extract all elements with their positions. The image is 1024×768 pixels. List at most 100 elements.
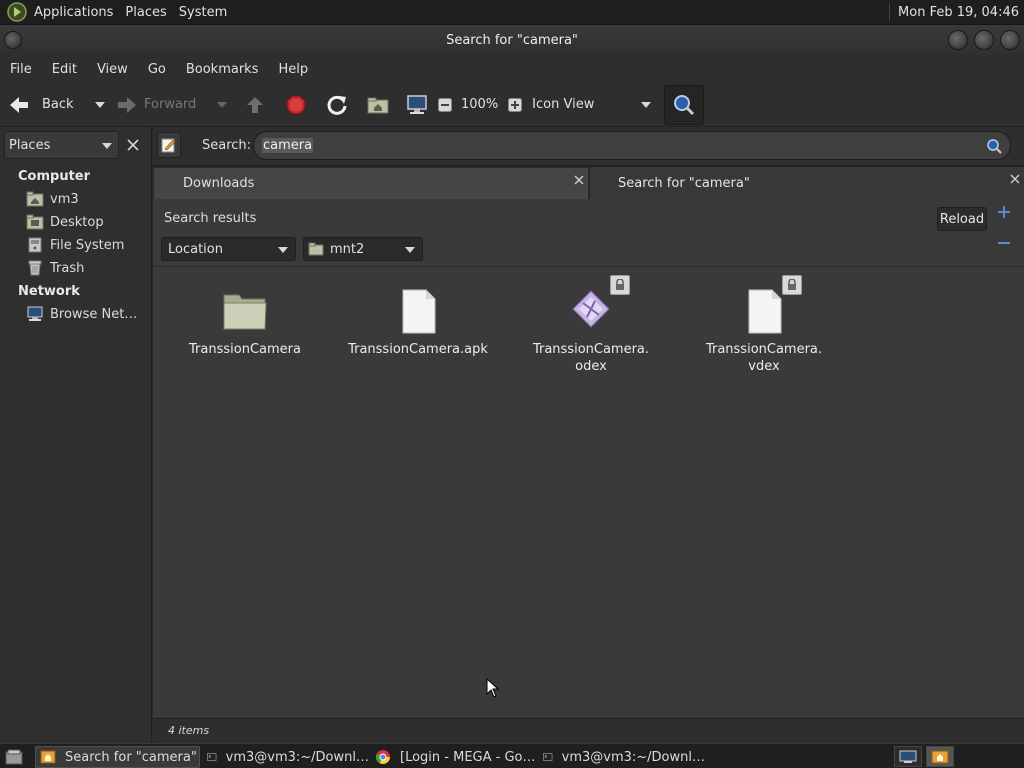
search-icon[interactable] [986, 138, 1002, 154]
computer-button[interactable] [399, 87, 435, 123]
window-title: Search for "camera" [446, 32, 578, 48]
task-label: [Login - MEGA - Go… [400, 749, 536, 765]
sidebar-item-vm3[interactable]: vm3 [26, 191, 79, 207]
search-results-title: Search results [164, 211, 257, 226]
pencil-note-icon [161, 138, 176, 153]
refresh-icon [327, 95, 347, 115]
location-folder-value: mnt2 [330, 241, 365, 257]
up-button[interactable] [235, 87, 275, 123]
file-item-transsioncamera-folder[interactable]: TranssionCamera [170, 287, 320, 358]
magnifier-icon [674, 94, 695, 115]
file-name: TranssionCamera. vdex [705, 342, 823, 374]
applications-menu[interactable]: Applications [28, 0, 119, 25]
add-criterion-button[interactable] [998, 206, 1010, 218]
file-name: TranssionCamera.apk [348, 342, 488, 357]
menu-file[interactable]: File [4, 62, 38, 77]
panel-separator [889, 3, 891, 21]
home-folder-icon [367, 97, 389, 113]
desktop-folder-icon [26, 214, 44, 230]
places-menu[interactable]: Places [119, 0, 172, 25]
show-desktop-button[interactable] [1, 746, 27, 767]
menu-help[interactable]: Help [272, 62, 314, 77]
forward-arrow-icon [118, 96, 136, 113]
reload-toolbar-button[interactable] [317, 87, 357, 123]
sidebar-item-label: File System [50, 237, 125, 253]
home-folder-icon [26, 191, 44, 207]
system-menu[interactable]: System [173, 0, 233, 25]
sidebar-item-label: Browse Net… [50, 306, 138, 322]
chevron-down-icon [95, 101, 105, 108]
toolbar: Back Forward 100% Icon View [0, 83, 1024, 127]
minimize-button[interactable] [948, 30, 968, 50]
search-input[interactable]: camera [253, 131, 1011, 160]
search-toggle-button[interactable] [664, 84, 705, 125]
sidebar-item-desktop[interactable]: Desktop [26, 214, 104, 230]
task-terminal-1[interactable]: vm3@vm3:~/Downl… [203, 746, 369, 768]
back-arrow-icon [10, 96, 28, 113]
task-chrome-mega[interactable]: [Login - MEGA - Go… [371, 746, 537, 768]
location-folder-select[interactable]: mnt2 [303, 237, 423, 261]
home-button[interactable] [357, 87, 399, 123]
menu-bookmarks[interactable]: Bookmarks [180, 62, 265, 77]
forward-history-dropdown[interactable] [214, 87, 230, 123]
minus-icon [998, 242, 1010, 244]
menu-edit[interactable]: Edit [46, 62, 83, 77]
zoom-in-button[interactable] [507, 87, 523, 123]
close-icon [127, 139, 139, 151]
task-label: Search for "camera" [65, 749, 197, 765]
stop-button[interactable] [275, 87, 317, 123]
drive-icon [28, 237, 42, 253]
close-side-pane-button[interactable] [121, 131, 145, 159]
close-window-button[interactable] [1000, 30, 1020, 50]
close-icon [574, 175, 584, 185]
maximize-button[interactable] [974, 30, 994, 50]
search-input-value[interactable]: camera [262, 138, 314, 153]
zoom-out-button[interactable] [435, 87, 455, 123]
terminal-icon [543, 753, 553, 761]
tab-search-camera[interactable]: Search for "camera" [590, 167, 1024, 199]
network-icon [27, 306, 43, 321]
terminal-icon [207, 753, 217, 761]
forward-label: Forward [144, 97, 197, 112]
close-icon [1010, 174, 1020, 184]
close-tab-button[interactable] [574, 175, 584, 185]
places-selector[interactable]: Places [4, 131, 119, 159]
back-button[interactable]: Back [8, 87, 88, 123]
file-item-transsioncamera-vdex[interactable]: TranssionCamera. vdex [689, 275, 839, 375]
tab-label: Downloads [183, 176, 255, 191]
criterion-type-select[interactable]: Location [161, 237, 296, 261]
menu-go[interactable]: Go [142, 62, 172, 77]
clock[interactable]: Mon Feb 19, 04:46 [898, 5, 1019, 20]
file-item-transsioncamera-apk[interactable]: TranssionCamera.apk [343, 287, 493, 358]
zoom-level[interactable]: 100% [461, 97, 498, 112]
back-label: Back [42, 97, 74, 112]
tab-downloads[interactable]: Downloads [153, 167, 589, 199]
trash-icon [28, 260, 42, 276]
zoom-out-icon [438, 97, 452, 112]
file-item-transsioncamera-odex[interactable]: TranssionCamera. odex [516, 275, 666, 375]
chevron-down-icon [102, 143, 112, 149]
back-history-dropdown[interactable] [88, 87, 112, 123]
sidebar-item-browse-network[interactable]: Browse Net… [26, 306, 137, 322]
workspace-1-button[interactable] [894, 746, 922, 767]
task-search-camera[interactable]: Search for "camera" [35, 746, 200, 768]
menu-view[interactable]: View [91, 62, 134, 77]
remove-criterion-button[interactable] [998, 237, 1010, 249]
sidebar-item-file-system[interactable]: File System [26, 237, 124, 253]
forward-button[interactable]: Forward [112, 87, 214, 123]
chevron-down-icon [405, 247, 415, 253]
toggle-location-entry-button[interactable] [157, 132, 181, 158]
workspace-2-button[interactable] [926, 746, 954, 767]
sidebar-item-trash[interactable]: Trash [26, 260, 84, 276]
file-icon [748, 289, 782, 334]
window-menu-button[interactable] [4, 31, 22, 49]
task-terminal-2[interactable]: vm3@vm3:~/Downl… [539, 746, 705, 768]
lock-icon [782, 275, 802, 295]
reload-search-button[interactable]: Reload [937, 207, 987, 231]
close-tab-button[interactable] [1010, 174, 1020, 184]
plus-icon [998, 206, 1010, 218]
applications-logo-icon[interactable] [6, 1, 28, 23]
file-view[interactable]: Search results Reload Location mnt2 Tran… [153, 199, 1024, 718]
view-mode-selector[interactable]: Icon View [532, 87, 656, 123]
window-titlebar[interactable]: Search for "camera" [0, 25, 1024, 55]
